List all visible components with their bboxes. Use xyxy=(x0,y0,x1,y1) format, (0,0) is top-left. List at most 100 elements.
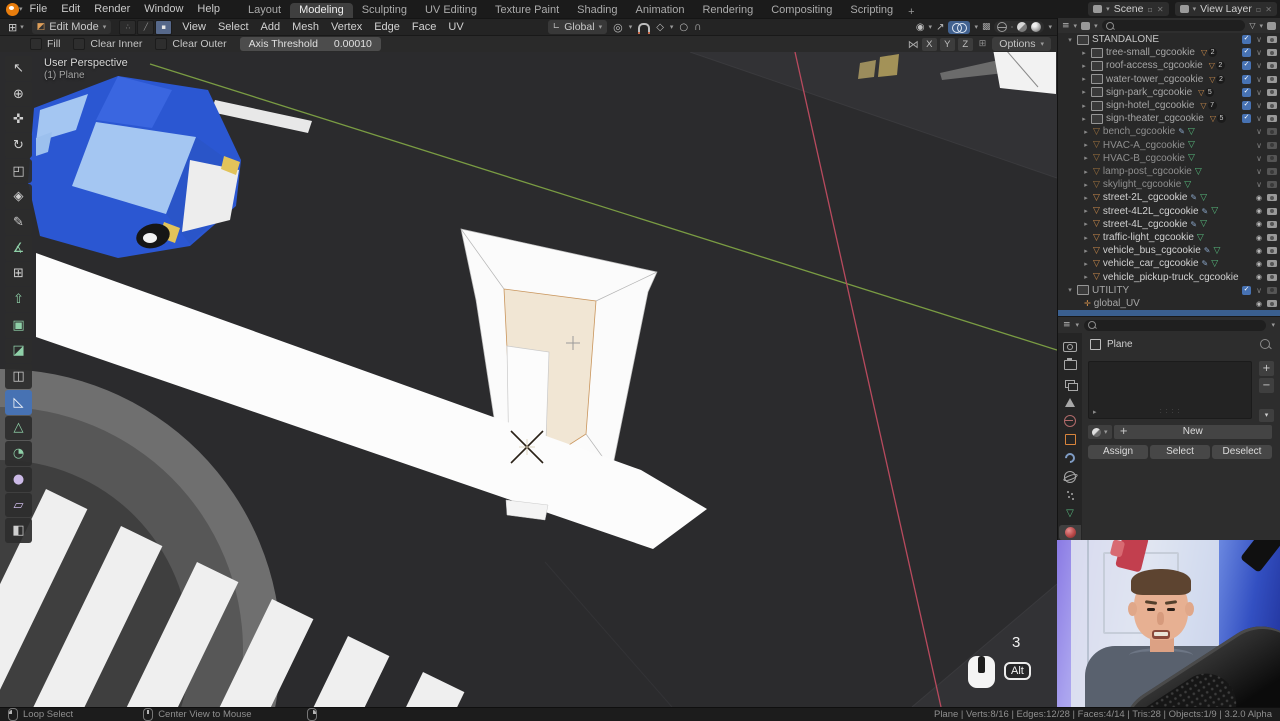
menu-edit[interactable]: Edit xyxy=(54,0,87,18)
view-layer-selector[interactable]: ▾ View Layer ▫ ✕ xyxy=(1174,2,1277,16)
outliner-row-object[interactable]: ▸ ▽ lamp-post_cgcookie ▽ ∨ xyxy=(1058,165,1280,178)
tool-bisect[interactable]: ◺ xyxy=(5,389,32,415)
vertex-select-button[interactable]: ∴ xyxy=(119,19,137,35)
camera-visibility-icon[interactable] xyxy=(1267,115,1277,123)
outliner-row-object[interactable]: ▸ ▽ traffic-light_cgcookie ▽ ◉ xyxy=(1058,231,1280,244)
select-button[interactable]: Select xyxy=(1150,445,1210,459)
properties-tab-data[interactable]: ▽ xyxy=(1059,506,1081,521)
tool-scale[interactable]: ◰ xyxy=(5,158,32,184)
mirror-y-toggle[interactable]: Y xyxy=(939,37,955,51)
hide-icon[interactable]: ∨ xyxy=(1256,75,1262,84)
camera-visibility-icon[interactable] xyxy=(1267,128,1277,136)
assign-button[interactable]: Assign xyxy=(1088,445,1148,459)
properties-tab-scene[interactable] xyxy=(1059,395,1081,410)
properties-search-input[interactable] xyxy=(1084,319,1267,331)
camera-visibility-icon[interactable] xyxy=(1267,234,1277,242)
clear-outer-checkbox[interactable]: Clear Outer xyxy=(155,38,227,50)
outliner-row-object[interactable]: ▸ ▽ street-2L_cgcookie ✎ ▽ ◉ xyxy=(1058,191,1280,204)
outliner-row-object[interactable]: ▸ ▽ bench_cgcookie ✎ ▽ ∨ xyxy=(1058,125,1280,138)
menu-face[interactable]: Face xyxy=(406,21,442,33)
hide-icon[interactable]: ∨ xyxy=(1256,114,1262,123)
checkbox[interactable] xyxy=(1242,87,1252,97)
tool-rip-region[interactable]: ◧ xyxy=(5,518,32,544)
blender-logo-icon[interactable] xyxy=(6,2,19,16)
menu-view[interactable]: View xyxy=(176,21,212,33)
tool-shear[interactable]: ▱ xyxy=(5,492,32,518)
tool-move[interactable]: ✜ xyxy=(5,107,32,133)
mirror-x-toggle[interactable]: X xyxy=(921,37,937,51)
checkbox[interactable] xyxy=(1242,100,1252,111)
falloff-curve-icon[interactable]: ∩ xyxy=(694,22,701,33)
workspace-tab-compositing[interactable]: Compositing xyxy=(762,3,841,18)
hide-icon[interactable]: ◉ xyxy=(1256,300,1262,308)
properties-tab-modifiers[interactable] xyxy=(1059,451,1081,466)
camera-visibility-icon[interactable] xyxy=(1267,273,1277,281)
workspace-tab-layout[interactable]: Layout xyxy=(239,3,290,18)
outliner-row-object[interactable]: ▸ ▽ street-4L2L_cgcookie ✎ ▽ ◉ xyxy=(1058,205,1280,218)
tool-smooth[interactable]: ● xyxy=(5,467,32,492)
camera-visibility-icon[interactable] xyxy=(1267,300,1277,308)
fill-checkbox[interactable]: Fill xyxy=(30,38,60,50)
properties-tab-output[interactable] xyxy=(1059,358,1081,373)
snap-base-icon[interactable]: ⊞ xyxy=(979,39,987,49)
properties-tab-object[interactable] xyxy=(1059,432,1081,447)
hide-icon[interactable]: ◉ xyxy=(1256,247,1262,255)
axis-threshold-field[interactable]: Axis Threshold 0.00010 xyxy=(239,37,381,51)
disclosure-icon[interactable]: ▸ xyxy=(1080,75,1088,83)
tool-cursor[interactable]: ⊕ xyxy=(5,81,32,107)
outliner-row-collection[interactable]: ▸ water-tower_cgcookie ▽2 ∨ xyxy=(1058,73,1280,86)
filter-icon[interactable]: ▽ xyxy=(1249,21,1255,30)
hide-icon[interactable]: ∨ xyxy=(1256,167,1262,176)
viewport-canvas[interactable] xyxy=(0,52,1057,707)
tool-select-box[interactable]: ↖ xyxy=(5,56,32,81)
menu-mesh[interactable]: Mesh xyxy=(286,21,325,33)
outliner-row-collection[interactable]: ▸ sign-hotel_cgcookie ▽7 ∨ xyxy=(1058,99,1280,112)
hide-icon[interactable]: ∨ xyxy=(1256,286,1262,295)
display-mode-icon[interactable] xyxy=(1081,21,1091,30)
hide-icon[interactable]: ∨ xyxy=(1256,101,1262,110)
tool-add-cube[interactable]: ⊞ xyxy=(5,261,32,287)
tool-inset-faces[interactable]: ▣ xyxy=(5,312,32,338)
disclosure-icon[interactable]: ▸ xyxy=(1082,247,1090,255)
outliner-row-collection[interactable]: ▸ sign-theater_cgcookie ▽5 ∨ xyxy=(1058,112,1280,125)
workspace-tab-texture-paint[interactable]: Texture Paint xyxy=(486,3,568,18)
checkbox[interactable] xyxy=(1242,60,1252,71)
outliner-row-collection[interactable]: ▾ STANDALONE ∨ xyxy=(1058,33,1280,46)
hide-icon[interactable]: ∨ xyxy=(1256,48,1262,57)
menu-uv[interactable]: UV xyxy=(442,21,469,33)
outliner-settings-icon[interactable] xyxy=(1267,21,1276,30)
camera-visibility-icon[interactable] xyxy=(1267,194,1277,202)
disclosure-icon[interactable]: ▸ xyxy=(1082,128,1090,136)
disclosure-icon[interactable]: ▸ xyxy=(1082,154,1090,162)
disclosure-icon[interactable]: ▸ xyxy=(1080,115,1088,123)
disclosure-icon[interactable]: ▸ xyxy=(1082,141,1090,149)
tool-measure[interactable]: ∡ xyxy=(5,235,32,261)
snap-magnet-icon[interactable] xyxy=(638,22,651,34)
tool-poly-build[interactable]: △ xyxy=(5,415,32,441)
workspace-tab-modeling[interactable]: Modeling xyxy=(290,3,353,18)
tool-transform[interactable]: ◈ xyxy=(5,184,32,210)
menu-file[interactable]: File xyxy=(23,0,55,18)
tool-loop-cut[interactable]: ◫ xyxy=(5,364,32,389)
hide-icon[interactable]: ∨ xyxy=(1256,88,1262,97)
clear-inner-checkbox[interactable]: Clear Inner xyxy=(73,38,142,50)
pin-icon[interactable] xyxy=(1260,339,1270,349)
checkbox[interactable] xyxy=(1242,285,1252,295)
disclosure-icon[interactable]: ▸ xyxy=(1082,260,1090,268)
overlays-toggle[interactable] xyxy=(948,20,971,34)
tool-spin[interactable]: ◔ xyxy=(5,441,32,466)
mirror-z-toggle[interactable]: Z xyxy=(957,37,973,51)
workspace-tab-scripting[interactable]: Scripting xyxy=(841,3,902,18)
gizmos-button[interactable]: ↗ xyxy=(936,22,944,33)
outliner-row-object[interactable]: ▸ ▽ skylight_cgcookie ▽ ∨ xyxy=(1058,178,1280,191)
new-scene-icon[interactable]: ▫ xyxy=(1147,5,1152,14)
close-icon[interactable]: ✕ xyxy=(1157,5,1164,14)
hide-icon[interactable]: ◉ xyxy=(1256,260,1262,268)
editor-type-button[interactable]: ≡ xyxy=(1063,320,1071,330)
mirror-icon[interactable]: ⋈ xyxy=(908,38,919,51)
workspace-tab-shading[interactable]: Shading xyxy=(568,3,626,18)
camera-visibility-icon[interactable] xyxy=(1267,286,1277,294)
mode-selector[interactable]: ◩ Edit Mode ▾ xyxy=(31,20,112,34)
editor-type-button[interactable]: ⊞ ▾ xyxy=(4,21,28,34)
properties-tab-view-layer[interactable] xyxy=(1059,376,1081,391)
